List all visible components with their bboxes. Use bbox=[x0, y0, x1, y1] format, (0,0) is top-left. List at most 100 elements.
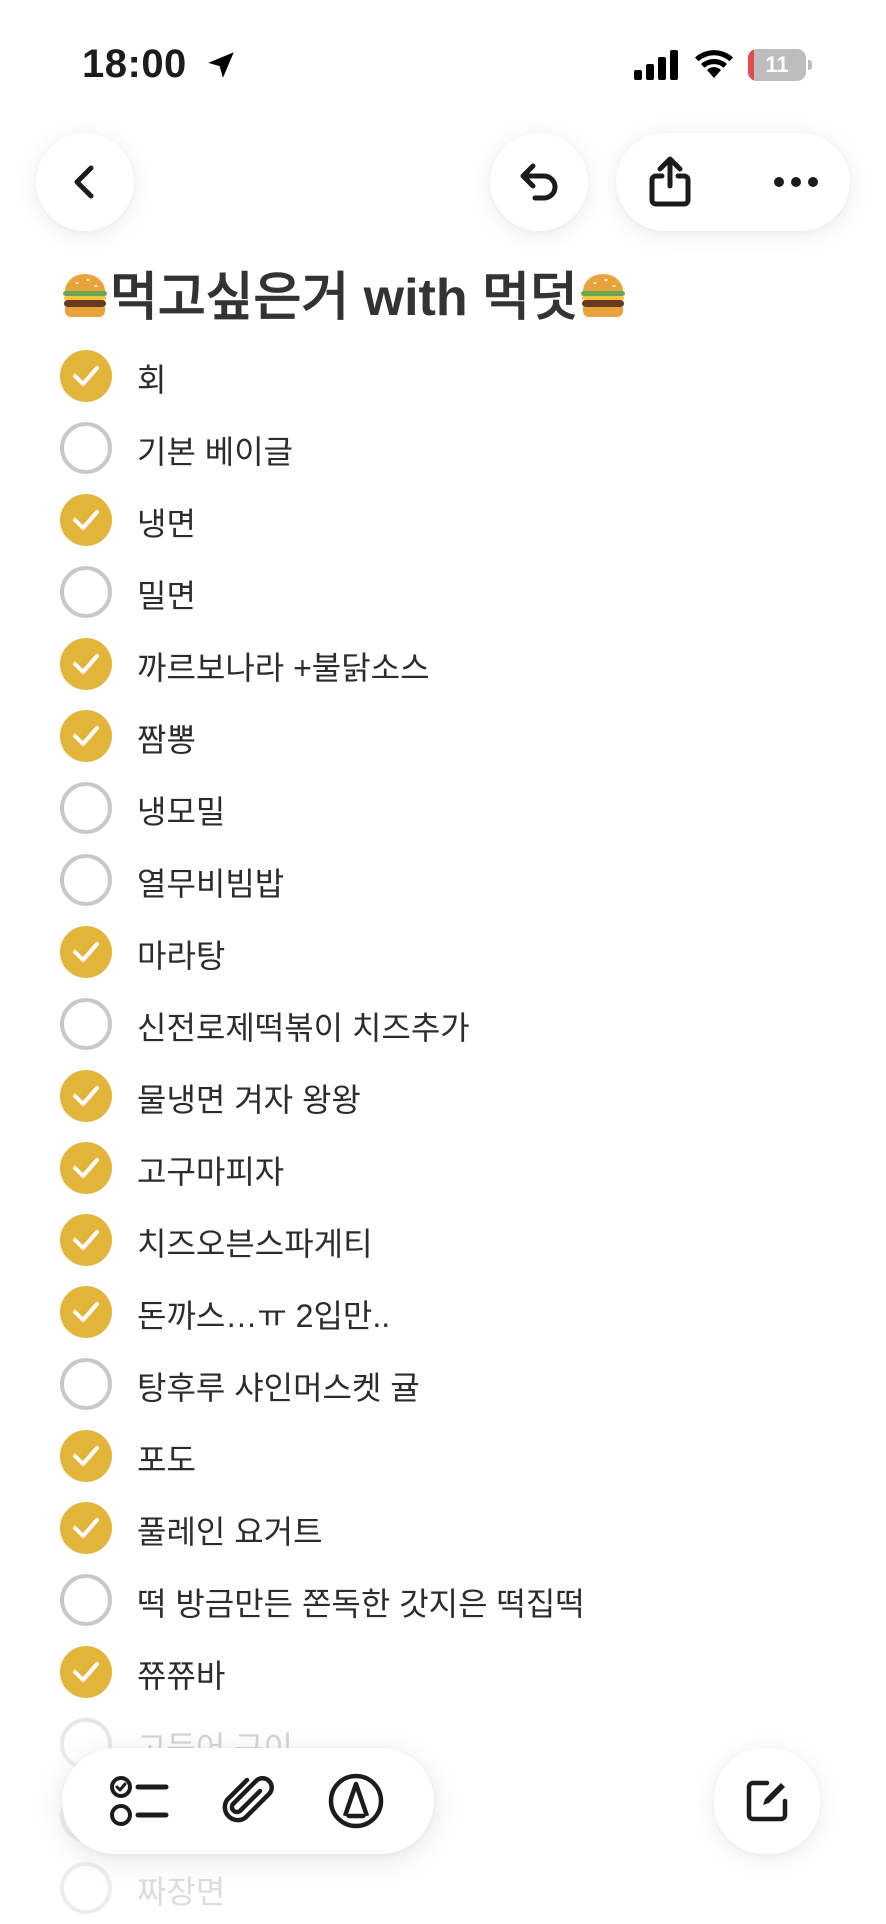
checklist-item[interactable]: 밀면 bbox=[0, 556, 886, 628]
markup-icon bbox=[328, 1773, 384, 1829]
checkbox-checked[interactable] bbox=[60, 1214, 112, 1266]
status-bar: 18:00 11 bbox=[0, 0, 886, 120]
checkmark-icon bbox=[73, 1086, 99, 1106]
checkbox-checked[interactable] bbox=[60, 926, 112, 978]
note-title-text: 먹고싶은거 with 먹덧 bbox=[110, 269, 578, 327]
compose-button[interactable] bbox=[714, 1748, 820, 1854]
checklist-item[interactable]: 쮸쮸바 bbox=[0, 1636, 886, 1708]
checklist-item-label: 열무비빔밥 bbox=[137, 866, 285, 902]
checkmark-icon bbox=[73, 1302, 99, 1322]
bottom-toolbar bbox=[62, 1748, 434, 1854]
checklist-item[interactable]: 짬뽕 bbox=[0, 700, 886, 772]
checklist-item-label: 냉면 bbox=[137, 506, 196, 542]
share-button[interactable] bbox=[640, 152, 700, 212]
battery-icon: 11 bbox=[748, 49, 812, 81]
checkmark-icon bbox=[73, 366, 99, 386]
checklist-item[interactable]: 탕후루 샤인머스켓 귤 bbox=[0, 1348, 886, 1420]
checkbox-unchecked[interactable] bbox=[60, 1862, 112, 1914]
checklist-item-label: 짜장면 bbox=[137, 1874, 226, 1910]
share-more-group bbox=[616, 133, 850, 231]
location-arrow-icon bbox=[208, 52, 234, 78]
checkmark-icon bbox=[73, 942, 99, 962]
checklist-item[interactable]: 짜장면 bbox=[0, 1852, 886, 1924]
checkmark-icon bbox=[73, 1230, 99, 1250]
checkbox-checked[interactable] bbox=[60, 1286, 112, 1338]
battery-level: 11 bbox=[765, 52, 789, 77]
checklist-item-label: 회 bbox=[137, 362, 167, 398]
checkbox-unchecked[interactable] bbox=[60, 854, 112, 906]
signal-icon bbox=[634, 50, 678, 80]
hamburger-icon bbox=[580, 274, 625, 317]
checklist-item-label: 짬뽕 bbox=[137, 722, 196, 758]
checklist-item[interactable]: 냉면 bbox=[0, 484, 886, 556]
attachment-button[interactable] bbox=[216, 1769, 280, 1833]
checklist-item[interactable]: 물냉면 겨자 왕왕 bbox=[0, 1060, 886, 1132]
checklist-item[interactable]: 냉모밀 bbox=[0, 772, 886, 844]
checkbox-unchecked[interactable] bbox=[60, 782, 112, 834]
back-button[interactable] bbox=[36, 133, 134, 231]
note-title[interactable]: 먹고싶은거 with 먹덧 bbox=[60, 255, 628, 330]
checklist-item[interactable]: 포도 bbox=[0, 1420, 886, 1492]
checklist-item-label: 신전로제떡볶이 치즈추가 bbox=[137, 1010, 470, 1046]
checkmark-icon bbox=[73, 654, 99, 674]
chevron-left-icon bbox=[74, 165, 94, 199]
checklist-item-label: 쮸쮸바 bbox=[137, 1658, 226, 1694]
wifi-icon bbox=[695, 50, 733, 78]
checkmark-icon bbox=[73, 726, 99, 746]
status-time: 18:00 bbox=[82, 42, 187, 86]
more-button[interactable] bbox=[766, 152, 826, 212]
checklist-item[interactable]: 회 bbox=[0, 340, 886, 412]
checkbox-checked[interactable] bbox=[60, 710, 112, 762]
checklist-item-label: 돈까스…ㅠ 2입만.. bbox=[137, 1298, 391, 1334]
checklist-item-label: 떡 방금만든 쫀독한 갓지은 떡집떡 bbox=[137, 1586, 585, 1622]
checklist-item-label: 냉모밀 bbox=[137, 794, 226, 830]
markup-button[interactable] bbox=[324, 1769, 388, 1833]
checklist-item[interactable]: 돈까스…ㅠ 2입만.. bbox=[0, 1276, 886, 1348]
checklist-icon bbox=[110, 1776, 169, 1826]
checkmark-icon bbox=[73, 1158, 99, 1178]
checkmark-icon bbox=[73, 1518, 99, 1538]
checkmark-icon bbox=[73, 1446, 99, 1466]
checklist-item-label: 고구마피자 bbox=[137, 1154, 285, 1190]
checkmark-icon bbox=[73, 510, 99, 530]
checklist-item-label: 포도 bbox=[137, 1442, 196, 1478]
checkbox-checked[interactable] bbox=[60, 1430, 112, 1482]
checklist-item-label: 밀면 bbox=[137, 578, 196, 614]
checkbox-unchecked[interactable] bbox=[60, 1574, 112, 1626]
checkbox-checked[interactable] bbox=[60, 494, 112, 546]
checklist-item[interactable]: 떡 방금만든 쫀독한 갓지은 떡집떡 bbox=[0, 1564, 886, 1636]
checklist-button[interactable] bbox=[108, 1769, 172, 1833]
checkmark-icon bbox=[73, 1662, 99, 1682]
checkbox-unchecked[interactable] bbox=[60, 422, 112, 474]
checklist-item-label: 마라탕 bbox=[137, 938, 226, 974]
checkbox-checked[interactable] bbox=[60, 1502, 112, 1554]
checkbox-checked[interactable] bbox=[60, 638, 112, 690]
checkbox-checked[interactable] bbox=[60, 1142, 112, 1194]
checklist-item[interactable]: 마라탕 bbox=[0, 916, 886, 988]
checklist-item[interactable]: 고구마피자 bbox=[0, 1132, 886, 1204]
share-icon bbox=[649, 156, 691, 207]
checklist-item[interactable]: 치즈오븐스파게티 bbox=[0, 1204, 886, 1276]
checklist-item[interactable]: 열무비빔밥 bbox=[0, 844, 886, 916]
checklist-item[interactable]: 까르보나라 +불닭소스 bbox=[0, 628, 886, 700]
compose-icon bbox=[746, 1780, 788, 1822]
hamburger-icon bbox=[63, 274, 107, 317]
checklist-item[interactable]: 풀레인 요거트 bbox=[0, 1492, 886, 1564]
checklist-item[interactable]: 기본 베이글 bbox=[0, 412, 886, 484]
checkbox-unchecked[interactable] bbox=[60, 566, 112, 618]
undo-button[interactable] bbox=[490, 133, 588, 231]
checklist-item-label: 물냉면 겨자 왕왕 bbox=[137, 1082, 361, 1118]
checkbox-checked[interactable] bbox=[60, 1646, 112, 1698]
checkbox-unchecked[interactable] bbox=[60, 998, 112, 1050]
undo-icon bbox=[520, 163, 558, 201]
attachment-icon bbox=[222, 1776, 274, 1823]
checklist-item-label: 풀레인 요거트 bbox=[137, 1514, 323, 1550]
checklist-item-label: 치즈오븐스파게티 bbox=[137, 1226, 373, 1262]
checklist-item-label: 탕후루 샤인머스켓 귤 bbox=[137, 1370, 420, 1406]
checkbox-checked[interactable] bbox=[60, 350, 112, 402]
checkbox-checked[interactable] bbox=[60, 1070, 112, 1122]
more-icon bbox=[774, 177, 818, 187]
checkbox-unchecked[interactable] bbox=[60, 1358, 112, 1410]
checklist-item[interactable]: 신전로제떡볶이 치즈추가 bbox=[0, 988, 886, 1060]
checklist-item-label: 기본 베이글 bbox=[137, 434, 294, 470]
